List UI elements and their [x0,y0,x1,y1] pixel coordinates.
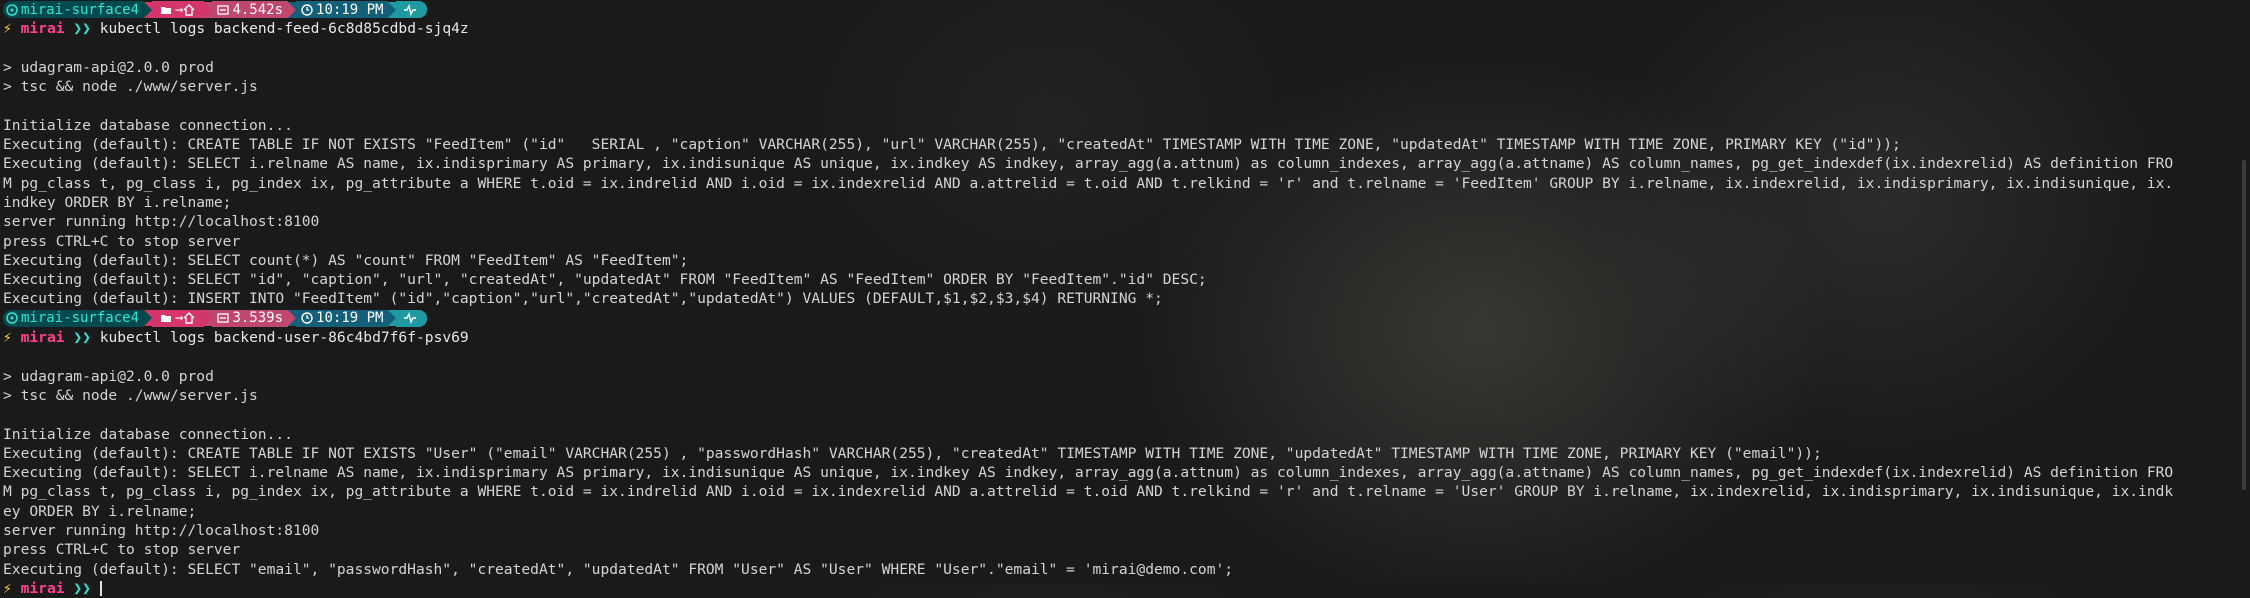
powerline-separator [204,310,213,327]
clock-segment: 10:19 PM [296,309,389,327]
output-line: > udagram-api@2.0.0 prod [3,367,214,385]
output-line: Executing (default): CREATE TABLE IF NOT… [3,136,1901,154]
output-line: > tsc && node ./www/server.js [3,386,258,404]
powerline-separator [144,1,153,18]
command-line[interactable]: ⚡ mirai ❯❯ kubectl logs backend-feed-6c8… [3,19,2230,38]
output-line: press CTRL+C to stop server [3,541,241,559]
duration-value: 4.542s [232,1,284,18]
prompt-user: mirai [20,329,65,347]
path-segment: → [152,309,205,327]
folder-icon [161,6,172,14]
clock-segment: 10:19 PM [296,1,389,19]
prompt-user: mirai [20,579,65,597]
output-line: press CTRL+C to stop server [3,232,241,250]
path-arrow: → [175,1,184,18]
prompt-user: mirai [20,20,65,38]
prompt-powerline: mirai-surface4 → 3.539s 10:19 PM [3,309,2230,328]
prompt-powerline: mirai-surface4 → 4.542s 10:19 PM [3,0,2230,19]
scrollbar[interactable] [2242,160,2246,490]
home-icon [183,312,195,325]
lightning-bolt-icon: ⚡ [3,579,12,597]
command-text: kubectl logs backend-feed-6c8d85cdbd-sjq… [99,20,469,38]
ubuntu-icon [6,3,18,16]
current-prompt[interactable]: ⚡ mirai ❯❯ [3,579,2230,598]
powerline-separator [144,310,153,327]
clock-value: 10:19 PM [316,1,384,18]
powerline-separator [388,1,397,18]
output-line: Executing (default): SELECT i.relname AS… [3,155,2174,173]
duration-segment: 3.539s [212,309,289,327]
output-line: server running http://localhost:8100 [3,213,320,231]
lightning-bolt-icon: ⚡ [3,20,12,38]
prompt-chevron: ❯❯ [73,20,91,38]
output-line: Executing (default): INSERT INTO "FeedIt… [3,290,1163,308]
path-arrow: → [175,310,184,327]
stopwatch-icon [217,4,230,15]
lightning-bolt-icon: ⚡ [3,329,12,347]
status-segment [396,1,428,19]
output-line: Executing (default): SELECT i.relname AS… [3,464,2174,482]
pulse-icon [404,3,417,16]
home-icon [183,3,195,16]
powerline-separator [388,310,397,327]
output-line: M pg_class t, pg_class i, pg_index ix, p… [3,483,2174,501]
powerline-separator [288,1,297,18]
output-line: Executing (default): SELECT "email", "pa… [3,560,1234,578]
output-line: indkey ORDER BY i.relname; [3,193,232,211]
output-line: server running http://localhost:8100 [3,522,320,540]
powerline-separator [204,1,213,18]
host-name: mirai-surface4 [21,1,140,18]
output-line: Executing (default): SELECT count(*) AS … [3,251,689,269]
terminal-output[interactable]: mirai-surface4 → 4.542s 10:19 PM ⚡ mirai ❯❯ … [3,0,2230,598]
output-line: Executing (default): CREATE TABLE IF NOT… [3,444,1822,462]
folder-icon [161,315,172,323]
prompt-chevron: ❯❯ [73,329,91,347]
host-segment: mirai-surface4 [3,1,145,19]
output-line: M pg_class t, pg_class i, pg_index ix, p… [3,174,2174,192]
pulse-icon [404,312,417,325]
output-line: > tsc && node ./www/server.js [3,78,258,96]
status-segment [396,309,428,327]
powerline-separator [288,310,297,327]
path-segment: → [152,1,205,19]
ubuntu-icon [6,312,18,325]
clock-icon [301,3,313,16]
output-line: Executing (default): SELECT "id", "capti… [3,271,1207,289]
output-line: ey ORDER BY i.relname; [3,502,197,520]
command-text: kubectl logs backend-user-86c4bd7f6f-psv… [99,329,469,347]
output-line: > udagram-api@2.0.0 prod [3,58,214,76]
clock-value: 10:19 PM [316,310,384,327]
output-line: Initialize database connection... [3,116,293,134]
output-line: Initialize database connection... [3,425,293,443]
clock-icon [301,312,313,325]
host-name: mirai-surface4 [21,310,140,327]
prompt-chevron: ❯❯ [73,579,91,597]
host-segment: mirai-surface4 [3,309,145,327]
duration-segment: 4.542s [212,1,289,19]
stopwatch-icon [217,313,230,324]
command-line[interactable]: ⚡ mirai ❯❯ kubectl logs backend-user-86c… [3,328,2230,347]
duration-value: 3.539s [232,310,284,327]
